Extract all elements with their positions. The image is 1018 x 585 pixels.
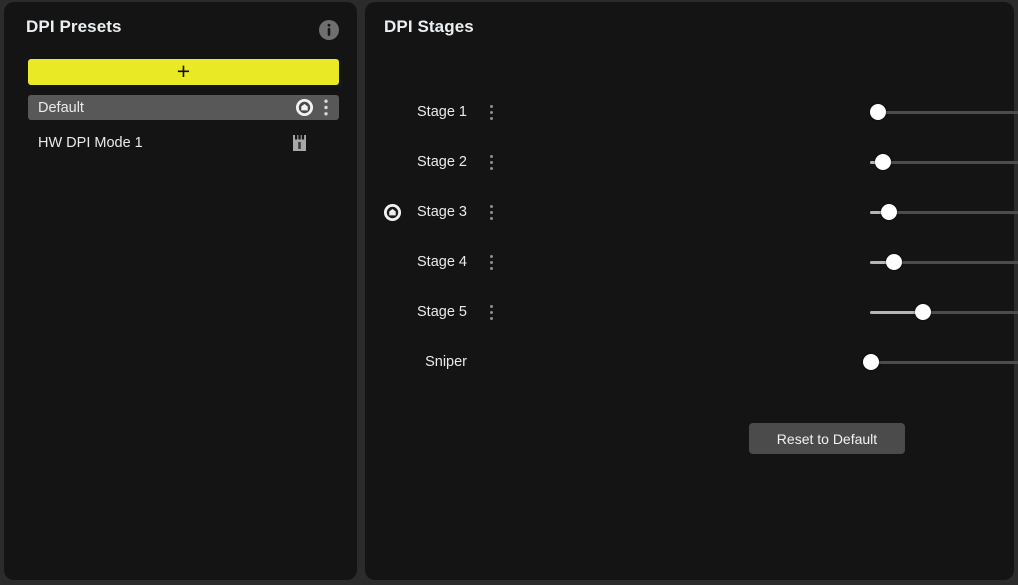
preset-row-icons	[295, 98, 339, 117]
dpi-slider[interactable]	[868, 347, 1018, 377]
slider-track	[870, 111, 1018, 114]
slider-thumb[interactable]	[886, 254, 902, 270]
more-options-icon[interactable]	[485, 151, 497, 173]
preset-list-item-hw-dpi-mode-1[interactable]: HW DPI Mode 1	[28, 130, 339, 155]
dpi-slider[interactable]	[870, 297, 1018, 327]
plus-icon: +	[177, 60, 190, 83]
add-preset-button[interactable]: +	[28, 59, 339, 85]
stage-label: Stage 5	[387, 302, 467, 322]
stage-label: Stage 2	[387, 152, 467, 172]
preset-row-icons	[292, 134, 339, 152]
preset-label: HW DPI Mode 1	[28, 135, 292, 151]
more-options-icon[interactable]	[324, 99, 328, 116]
dpi-stages-panel: DPI Stages X DPI Y DPI Stage 1Stage 2Sta…	[365, 2, 1014, 580]
stage-row: Stage 4	[365, 247, 1014, 277]
dpi-slider[interactable]	[870, 197, 1018, 227]
more-options-icon[interactable]	[485, 201, 497, 223]
dpi-slider[interactable]	[870, 147, 1018, 177]
info-icon[interactable]	[317, 18, 341, 42]
more-options-icon[interactable]	[485, 251, 497, 273]
slider-track	[868, 361, 1018, 364]
stage-row: Sniper	[365, 347, 1014, 377]
memory-chip-icon[interactable]	[292, 134, 307, 152]
dpi-presets-panel: DPI Presets + Default	[4, 2, 357, 580]
slider-thumb[interactable]	[881, 204, 897, 220]
slider-track	[870, 161, 1018, 164]
slider-thumb[interactable]	[870, 104, 886, 120]
active-preset-icon[interactable]	[295, 98, 314, 117]
stage-row: Stage 3	[365, 197, 1014, 227]
dpi-slider[interactable]	[870, 97, 1018, 127]
more-options-icon[interactable]	[485, 101, 497, 123]
slider-thumb[interactable]	[863, 354, 879, 370]
dpi-settings-window: DPI Presets + Default	[0, 0, 1018, 585]
presets-panel-title: DPI Presets	[26, 17, 122, 37]
preset-list-item-default[interactable]: Default	[28, 95, 339, 120]
stage-label: Stage 1	[387, 102, 467, 122]
stage-label: Stage 3	[387, 202, 467, 222]
stage-row: Stage 5	[365, 297, 1014, 327]
dpi-slider[interactable]	[870, 247, 1018, 277]
stage-label: Stage 4	[387, 252, 467, 272]
preset-label: Default	[28, 100, 295, 116]
stage-row: Stage 2	[365, 147, 1014, 177]
reset-to-default-button[interactable]: Reset to Default	[749, 423, 905, 454]
slider-thumb[interactable]	[915, 304, 931, 320]
more-options-icon[interactable]	[485, 301, 497, 323]
stages-panel-title: DPI Stages	[384, 17, 474, 37]
stage-row: Stage 1	[365, 97, 1014, 127]
slider-thumb[interactable]	[875, 154, 891, 170]
stage-label: Sniper	[387, 352, 467, 372]
